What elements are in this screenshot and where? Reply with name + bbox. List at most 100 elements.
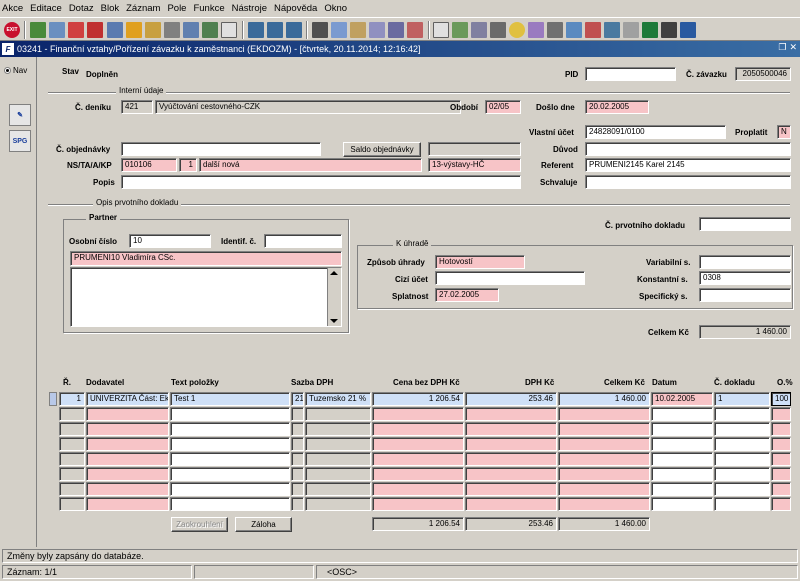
cell-dodavatel[interactable]: UNIVERZITA Část: Ek [86,392,169,406]
table-cell[interactable] [714,452,770,466]
table-cell[interactable] [651,452,713,466]
objednavka-field[interactable] [121,142,321,156]
check-icon[interactable] [452,22,468,38]
table-cell[interactable] [372,407,464,421]
preview-icon[interactable] [490,22,506,38]
table-cell[interactable] [714,422,770,436]
restore-icon[interactable]: ❐ [778,42,786,53]
ta-field[interactable]: 1 [179,158,197,172]
table-cell[interactable] [771,452,791,466]
chart-icon[interactable] [604,22,620,38]
excel-icon[interactable] [642,22,658,38]
lock-icon[interactable] [547,22,563,38]
first-record-icon[interactable] [248,22,264,38]
cell-doklad[interactable]: 1 [714,392,770,406]
table-cell[interactable] [291,452,304,466]
table-cell[interactable] [305,422,371,436]
copy-icon[interactable] [331,22,347,38]
table-cell[interactable] [86,452,169,466]
table-cell[interactable] [86,437,169,451]
paste-icon[interactable] [350,22,366,38]
cut-icon[interactable] [312,22,328,38]
table-cell[interactable] [558,482,650,496]
table-cell[interactable] [170,497,290,511]
konstantni-field[interactable]: 0308 [699,271,791,285]
variabilni-field[interactable] [699,255,791,269]
count-icon[interactable] [145,22,161,38]
table-cell[interactable] [714,482,770,496]
table-cell[interactable] [305,467,371,481]
table-cell[interactable] [465,467,557,481]
table-cell[interactable] [558,497,650,511]
previous-record-icon[interactable] [267,22,283,38]
menu-napoveda[interactable]: Nápověda [274,3,317,14]
osobni-cislo-field[interactable]: 10 [129,234,211,248]
table-cell[interactable] [465,452,557,466]
query-icon[interactable] [107,22,123,38]
ns-field[interactable]: 010106 [121,158,177,172]
table-cell[interactable] [771,482,791,496]
calculator-icon[interactable] [623,22,639,38]
table-cell[interactable] [651,497,713,511]
cell-cena[interactable]: 1 206.54 [372,392,464,406]
nav-radio[interactable]: Nav [4,66,27,75]
table-cell[interactable] [372,467,464,481]
scroll-up-icon[interactable] [330,271,338,275]
table-cell[interactable] [170,467,290,481]
cell-pct[interactable]: 100 [771,392,791,406]
table-cell[interactable] [86,407,169,421]
menu-blok[interactable]: Blok [101,3,119,14]
delete-record-icon[interactable] [68,22,84,38]
popis-field[interactable] [121,175,521,189]
partner-address-area[interactable] [70,267,342,327]
duplicate-icon[interactable] [202,22,218,38]
table-cell[interactable] [465,437,557,451]
table-cell[interactable] [86,467,169,481]
insert-record-icon[interactable] [30,22,46,38]
table-cell[interactable] [59,407,85,421]
table-cell[interactable] [372,482,464,496]
exit-icon[interactable]: EXIT [4,22,20,38]
table-cell[interactable] [170,437,290,451]
edit-form-icon[interactable]: ✎ [9,104,31,126]
spg-button[interactable]: SPG [9,130,31,152]
cell-sazba-name[interactable]: Tuzemsko 21 % [305,392,371,406]
table-cell[interactable] [305,482,371,496]
table-cell[interactable] [714,407,770,421]
table-cell[interactable] [651,482,713,496]
table-cell[interactable] [558,467,650,481]
table-cell[interactable] [558,422,650,436]
mail-icon[interactable] [661,22,677,38]
table-scrollbar[interactable] [49,407,57,513]
menu-akce[interactable]: Akce [2,3,23,14]
table-cell[interactable] [651,437,713,451]
zaokrouhleni-button[interactable]: Zaokrouhlení [171,517,228,532]
a-field[interactable]: další nová [199,158,422,172]
table-cell[interactable] [651,422,713,436]
zaloha-button[interactable]: Záloha [235,517,292,532]
new-record-icon[interactable] [49,22,65,38]
menu-editace[interactable]: Editace [30,3,62,14]
partner-scrollbar[interactable] [327,268,341,326]
table-cell[interactable] [771,422,791,436]
kp-field[interactable]: 13-výstavy-HČ [428,158,521,172]
table-cell[interactable] [59,452,85,466]
table-cell[interactable] [291,422,304,436]
cancel-query-icon[interactable] [183,22,199,38]
menu-funkce[interactable]: Funkce [193,3,224,14]
table-cell[interactable] [558,437,650,451]
table-cell[interactable] [714,497,770,511]
menu-okno[interactable]: Okno [324,3,347,14]
bookmark-icon[interactable] [585,22,601,38]
close-icon[interactable]: ✕ [789,42,797,53]
table-cell[interactable] [771,437,791,451]
table-cell[interactable] [465,497,557,511]
table-cell[interactable] [465,482,557,496]
table-cell[interactable] [170,482,290,496]
execute-query-icon[interactable] [126,22,142,38]
print-icon[interactable] [471,22,487,38]
referent-field[interactable]: PRUMENI2145 Karel 2145 [585,158,791,172]
table-cell[interactable] [86,497,169,511]
table-cell[interactable] [651,407,713,421]
table-cell[interactable] [305,452,371,466]
